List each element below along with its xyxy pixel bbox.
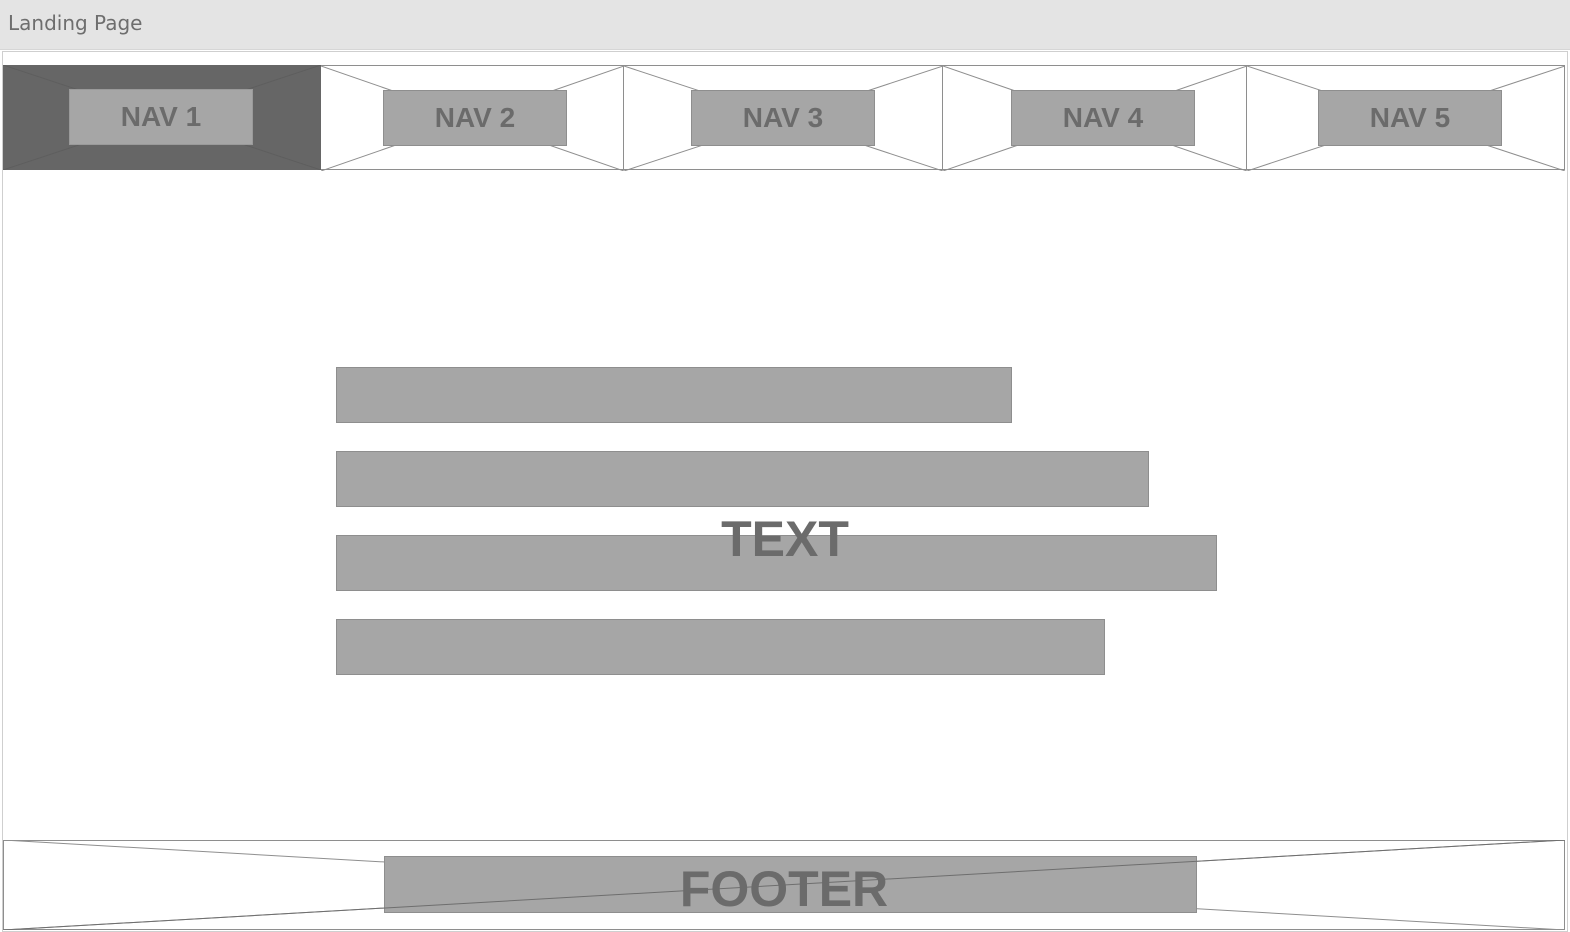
footer-placeholder [384, 856, 1197, 913]
nav-item-4[interactable]: NAV 4 [943, 65, 1247, 171]
text-line-placeholder [336, 619, 1105, 675]
text-line-placeholder [336, 367, 1012, 423]
nav-item-2[interactable]: NAV 2 [321, 65, 624, 171]
text-line-placeholder [336, 535, 1217, 591]
nav-button-5[interactable]: NAV 5 [1318, 90, 1502, 146]
footer: FOOTER [3, 840, 1565, 930]
nav-button-1[interactable]: NAV 1 [69, 89, 253, 145]
nav-item-1[interactable]: NAV 1 [3, 65, 321, 170]
nav-item-3[interactable]: NAV 3 [624, 65, 943, 171]
nav-button-2[interactable]: NAV 2 [383, 90, 567, 146]
nav-item-5[interactable]: NAV 5 [1247, 65, 1565, 171]
text-line-placeholder [336, 451, 1149, 507]
nav-button-4[interactable]: NAV 4 [1011, 90, 1195, 146]
window-title: Landing Page [8, 11, 143, 35]
nav-button-3[interactable]: NAV 3 [691, 90, 875, 146]
title-bar: Landing Page [0, 0, 1570, 50]
